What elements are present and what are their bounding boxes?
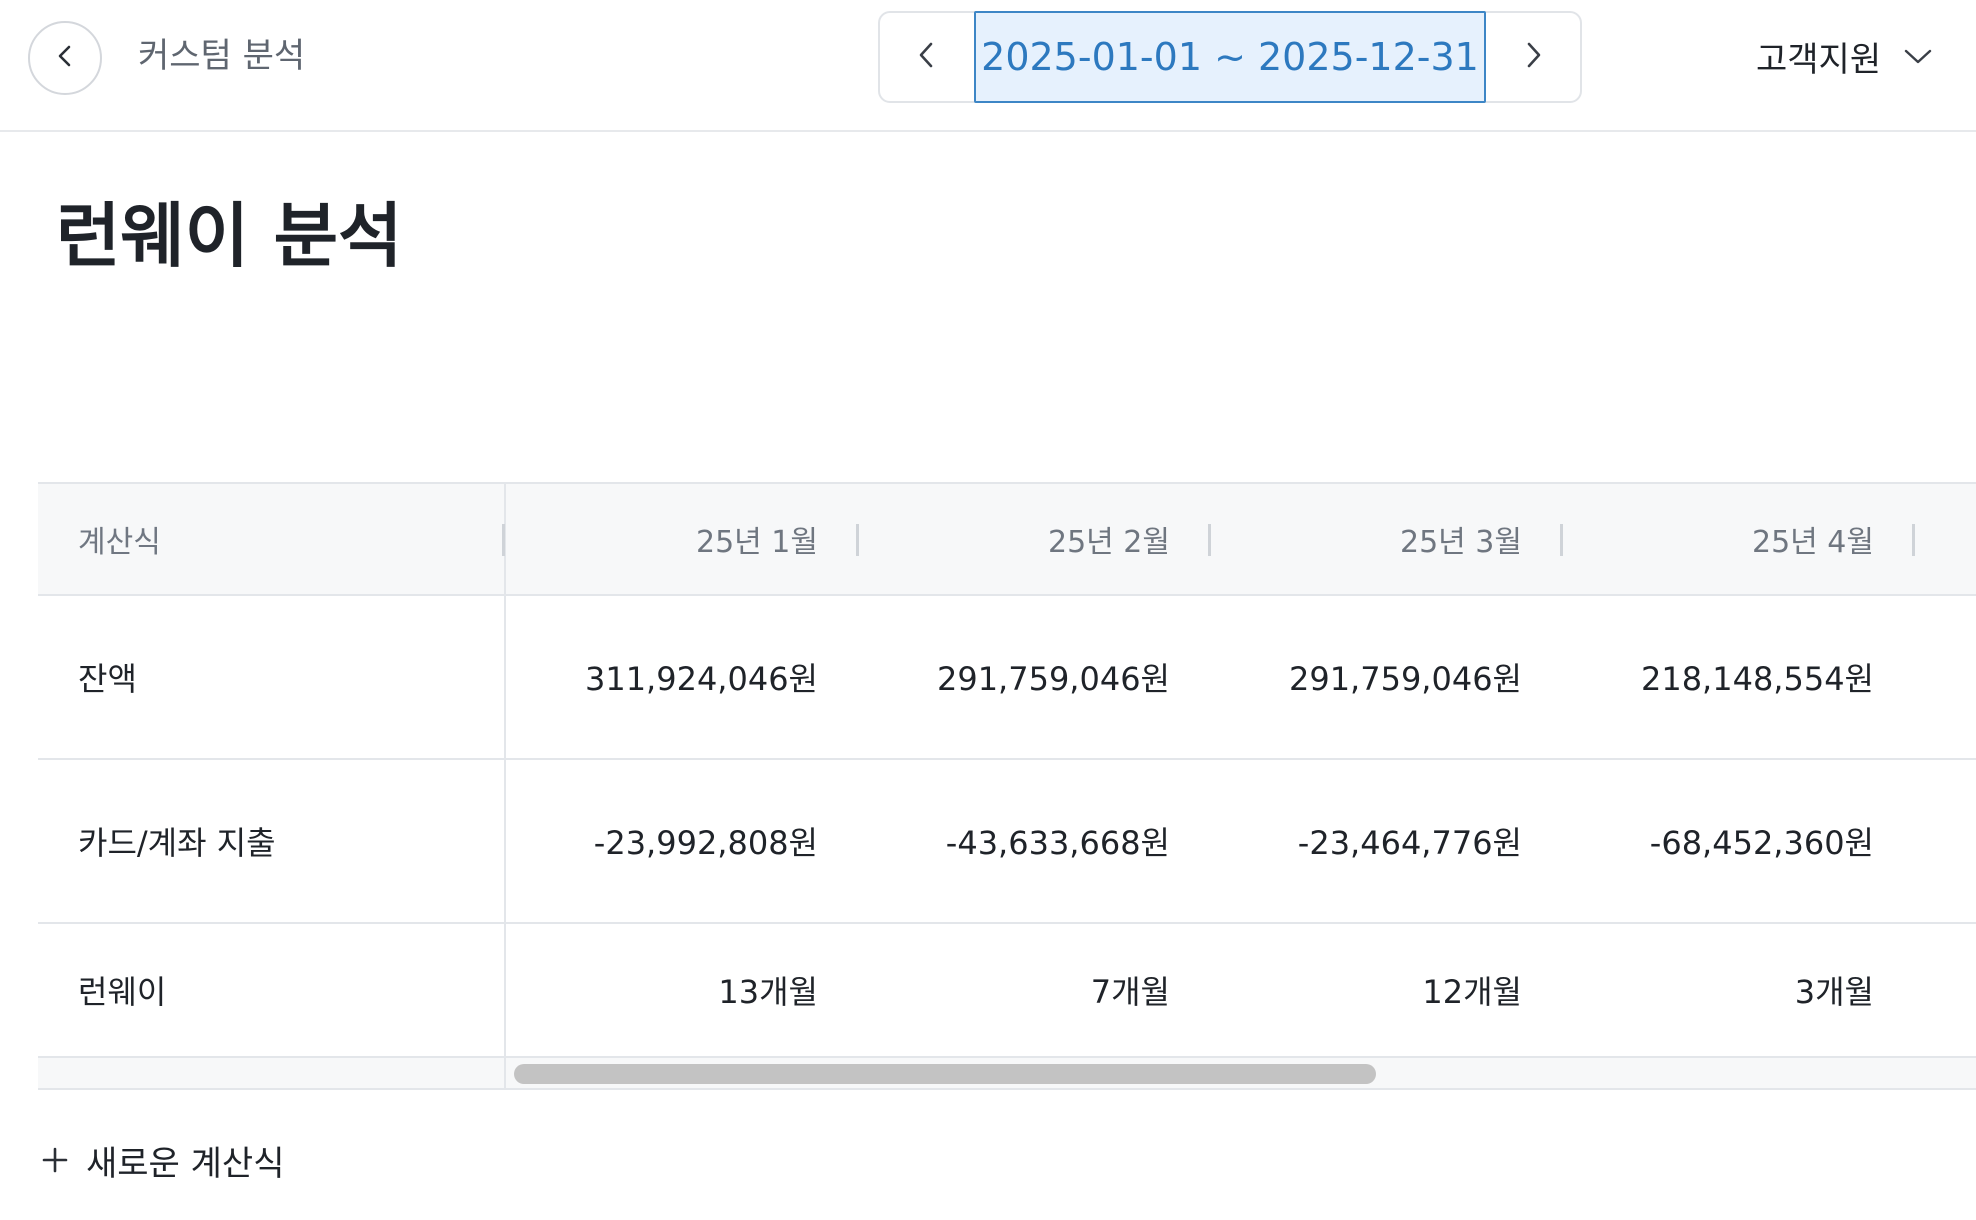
table-cell: 291,759,046원 bbox=[1288, 660, 1522, 698]
row-label: 잔액 bbox=[38, 596, 506, 758]
chevron-right-icon bbox=[1520, 39, 1546, 75]
previous-period-button[interactable] bbox=[880, 13, 974, 101]
customer-support-label: 고객지원 bbox=[1756, 39, 1882, 80]
add-formula-button[interactable]: 새로운 계산식 bbox=[40, 1130, 285, 1190]
table-cell: 311,924,046원 bbox=[584, 660, 818, 698]
table-row[interactable]: 잔액 311,924,046원 291,759,046원 291,759,046… bbox=[38, 596, 1976, 760]
table-cell: -23,992,808원 bbox=[593, 824, 818, 862]
table-header-row: 계산식 25년 1월 25년 2월 25년 3월 25년 4월 bbox=[38, 482, 1976, 596]
table-row[interactable]: 런웨이 13개월 7개월 12개월 3개월 bbox=[38, 924, 1976, 1058]
table-row[interactable]: 카드/계좌 지출 -23,992,808원 -43,633,668원 -23,4… bbox=[38, 760, 1976, 924]
column-header: 25년 4월 bbox=[1752, 525, 1874, 560]
chevron-left-icon bbox=[914, 39, 940, 75]
table-cell: -68,452,360원 bbox=[1649, 824, 1874, 862]
column-header: 25년 2월 bbox=[1048, 525, 1170, 560]
table-cell: 218,148,554원 bbox=[1640, 660, 1874, 698]
page-title: 런웨이 분석 bbox=[56, 195, 403, 277]
column-header: 25년 1월 bbox=[696, 525, 818, 560]
row-label: 카드/계좌 지출 bbox=[38, 760, 506, 922]
add-formula-label: 새로운 계산식 bbox=[86, 1143, 285, 1184]
table-cell: 13개월 bbox=[718, 973, 818, 1011]
table-cell: 3개월 bbox=[1794, 973, 1874, 1011]
column-resize-handle[interactable] bbox=[502, 524, 505, 556]
horizontal-scrollbar[interactable] bbox=[514, 1064, 1376, 1084]
table-cell: 12개월 bbox=[1422, 973, 1522, 1011]
chevron-left-icon bbox=[51, 42, 79, 74]
table-cell: -23,464,776원 bbox=[1297, 824, 1522, 862]
plus-icon bbox=[40, 1145, 70, 1175]
column-resize-handle[interactable] bbox=[1912, 524, 1915, 556]
chevron-down-icon bbox=[1903, 46, 1933, 66]
table-cell: 291,759,046원 bbox=[936, 660, 1170, 698]
breadcrumb-title: 커스텀 분석 bbox=[138, 36, 306, 76]
date-range-picker[interactable]: 2025-01-01 ~ 2025-12-31 bbox=[974, 11, 1486, 103]
column-header: 25년 3월 bbox=[1400, 525, 1522, 560]
row-label: 런웨이 bbox=[38, 924, 506, 1056]
date-range-navigator: 2025-01-01 ~ 2025-12-31 bbox=[878, 11, 1582, 103]
customer-support-dropdown[interactable]: 고객지원 bbox=[1756, 26, 1933, 86]
formula-column-header: 계산식 bbox=[38, 484, 506, 594]
table-cell: -43,633,668원 bbox=[945, 824, 1170, 862]
horizontal-scroll-track bbox=[38, 1058, 1976, 1090]
table-cell: 7개월 bbox=[1090, 973, 1170, 1011]
scroll-track-spacer bbox=[38, 1058, 506, 1088]
next-period-button[interactable] bbox=[1486, 13, 1580, 101]
runway-table: 계산식 25년 1월 25년 2월 25년 3월 25년 4월 잔액 311,9… bbox=[38, 482, 1976, 1092]
back-button[interactable] bbox=[28, 21, 102, 95]
top-bar: 커스텀 분석 2025-01-01 ~ 2025-12-31 고객지원 bbox=[0, 0, 1976, 132]
